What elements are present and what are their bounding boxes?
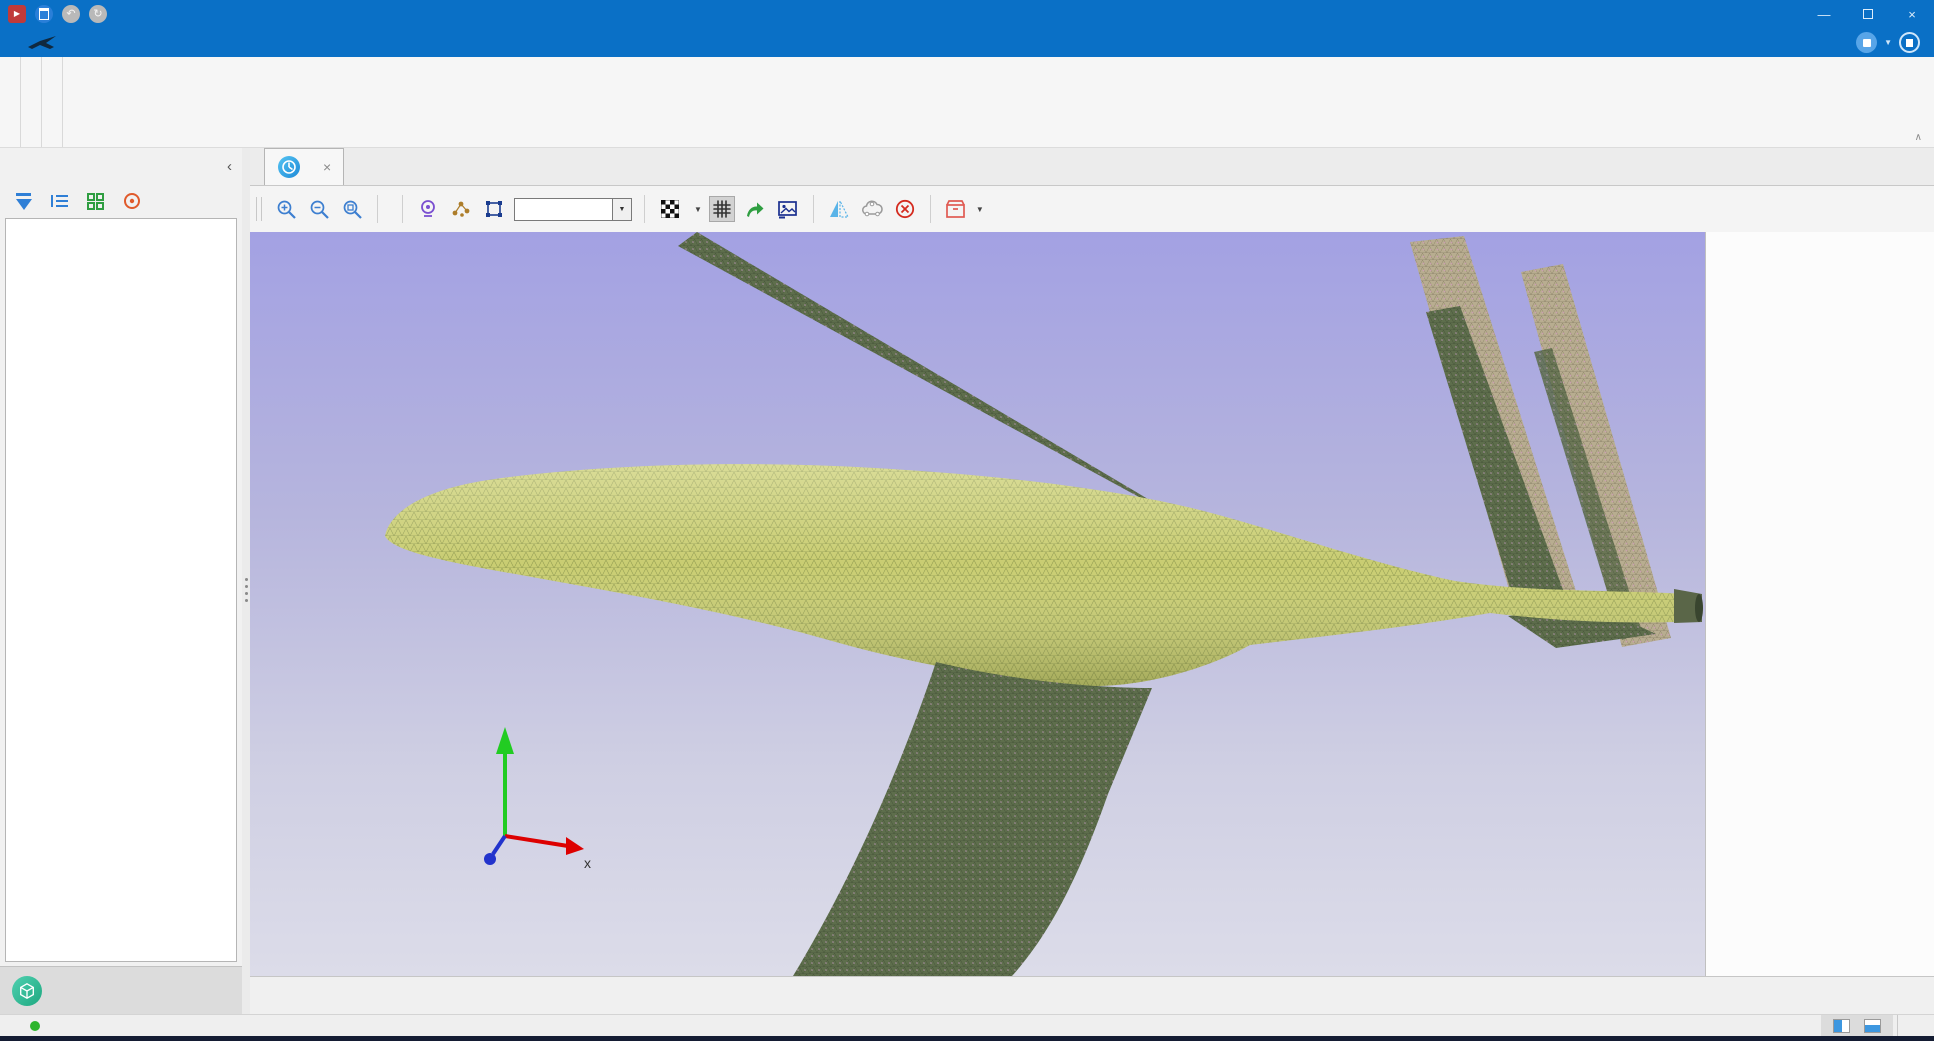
chevron-down-icon: ▼ xyxy=(694,205,702,214)
viewport-empty-area xyxy=(1705,232,1934,976)
display-filter-select[interactable]: ▼ xyxy=(514,198,632,221)
save-icon[interactable] xyxy=(35,5,53,23)
layout-left-icon[interactable] xyxy=(1833,1019,1850,1033)
delete-icon[interactable] xyxy=(892,196,918,222)
document-tabbar: × xyxy=(250,148,1934,186)
grid-toggle-icon[interactable] xyxy=(709,196,735,222)
pattern-icon xyxy=(657,196,683,222)
window-bottom-edge xyxy=(0,1036,1934,1041)
notebook-icon[interactable] xyxy=(1899,32,1920,53)
cube-icon xyxy=(12,976,42,1006)
tab-3d-view[interactable]: × xyxy=(264,148,344,185)
grid-view-icon[interactable] xyxy=(86,192,105,211)
export-box-icon[interactable] xyxy=(943,196,969,222)
close-button[interactable]: × xyxy=(1890,0,1934,28)
minimize-button[interactable]: — xyxy=(1802,0,1846,28)
ribbon-group-import xyxy=(0,57,21,147)
outline-list-icon[interactable] xyxy=(50,192,69,211)
chevron-down-icon[interactable]: ▼ xyxy=(612,199,631,220)
target-icon[interactable] xyxy=(122,192,141,211)
viewport-3d[interactable]: x xyxy=(250,232,1705,976)
snapshot-icon[interactable] xyxy=(775,196,801,222)
ribbon: ∧ xyxy=(0,57,1934,148)
layout-toggle-group xyxy=(1821,1015,1893,1036)
tab-icon xyxy=(277,155,301,179)
aircraft-mesh: x xyxy=(250,232,1705,976)
quick-access-toolbar: ↶ ↻ xyxy=(0,5,107,23)
chevron-down-icon[interactable]: ▼ xyxy=(976,205,984,214)
zoom-in-icon[interactable] xyxy=(273,196,299,222)
window-switch-icon[interactable] xyxy=(1856,32,1877,53)
probe-icon[interactable] xyxy=(415,196,441,222)
status-dot-icon xyxy=(30,1021,40,1031)
panel-bottom-tab[interactable] xyxy=(0,966,242,1014)
panel-collapse-icon[interactable]: ‹ xyxy=(227,158,232,175)
toolbar-grip[interactable] xyxy=(256,197,262,221)
panel-toolbar xyxy=(0,184,242,218)
zoom-level-select[interactable]: ▼ xyxy=(690,205,702,214)
ribbon-collapse-icon[interactable]: ∧ xyxy=(1915,132,1922,143)
message-bar xyxy=(250,976,1934,1014)
orientation-triad: x xyxy=(484,727,591,871)
select-region-icon[interactable] xyxy=(481,196,507,222)
panel-splitter[interactable] xyxy=(242,148,250,1014)
application-window: ↶ ↻ — × ▼ xyxy=(0,0,1934,1041)
app-pin-icon[interactable] xyxy=(8,5,26,23)
share-arrow-icon[interactable] xyxy=(742,196,768,222)
mirror-icon[interactable] xyxy=(826,196,852,222)
titlebar: ↶ ↻ — × xyxy=(0,0,1934,28)
svg-text:x: x xyxy=(584,855,591,871)
viewport-toolbar: ▼ ▼ xyxy=(250,186,1934,232)
redo-icon[interactable]: ↻ xyxy=(89,5,107,23)
cloud-outline-icon[interactable] xyxy=(859,196,885,222)
zoom-out-icon[interactable] xyxy=(306,196,332,222)
tab-close-icon[interactable]: × xyxy=(323,159,331,175)
statusbar xyxy=(0,1014,1934,1036)
filter-icon[interactable] xyxy=(14,192,33,211)
project-info-panel: ‹ xyxy=(0,148,242,1014)
project-tree xyxy=(5,218,237,962)
restore-button[interactable] xyxy=(1846,0,1890,28)
app-logo-icon xyxy=(0,28,86,57)
ribbon-group-face-settings xyxy=(21,57,42,147)
layout-bottom-icon[interactable] xyxy=(1864,1019,1881,1033)
zoom-fit-icon[interactable] xyxy=(339,196,365,222)
undo-icon[interactable]: ↶ xyxy=(62,5,80,23)
chevron-down-icon[interactable]: ▼ xyxy=(1884,38,1892,47)
particles-icon[interactable] xyxy=(448,196,474,222)
ribbon-group-results xyxy=(42,57,63,147)
menubar: ▼ xyxy=(0,28,1934,57)
